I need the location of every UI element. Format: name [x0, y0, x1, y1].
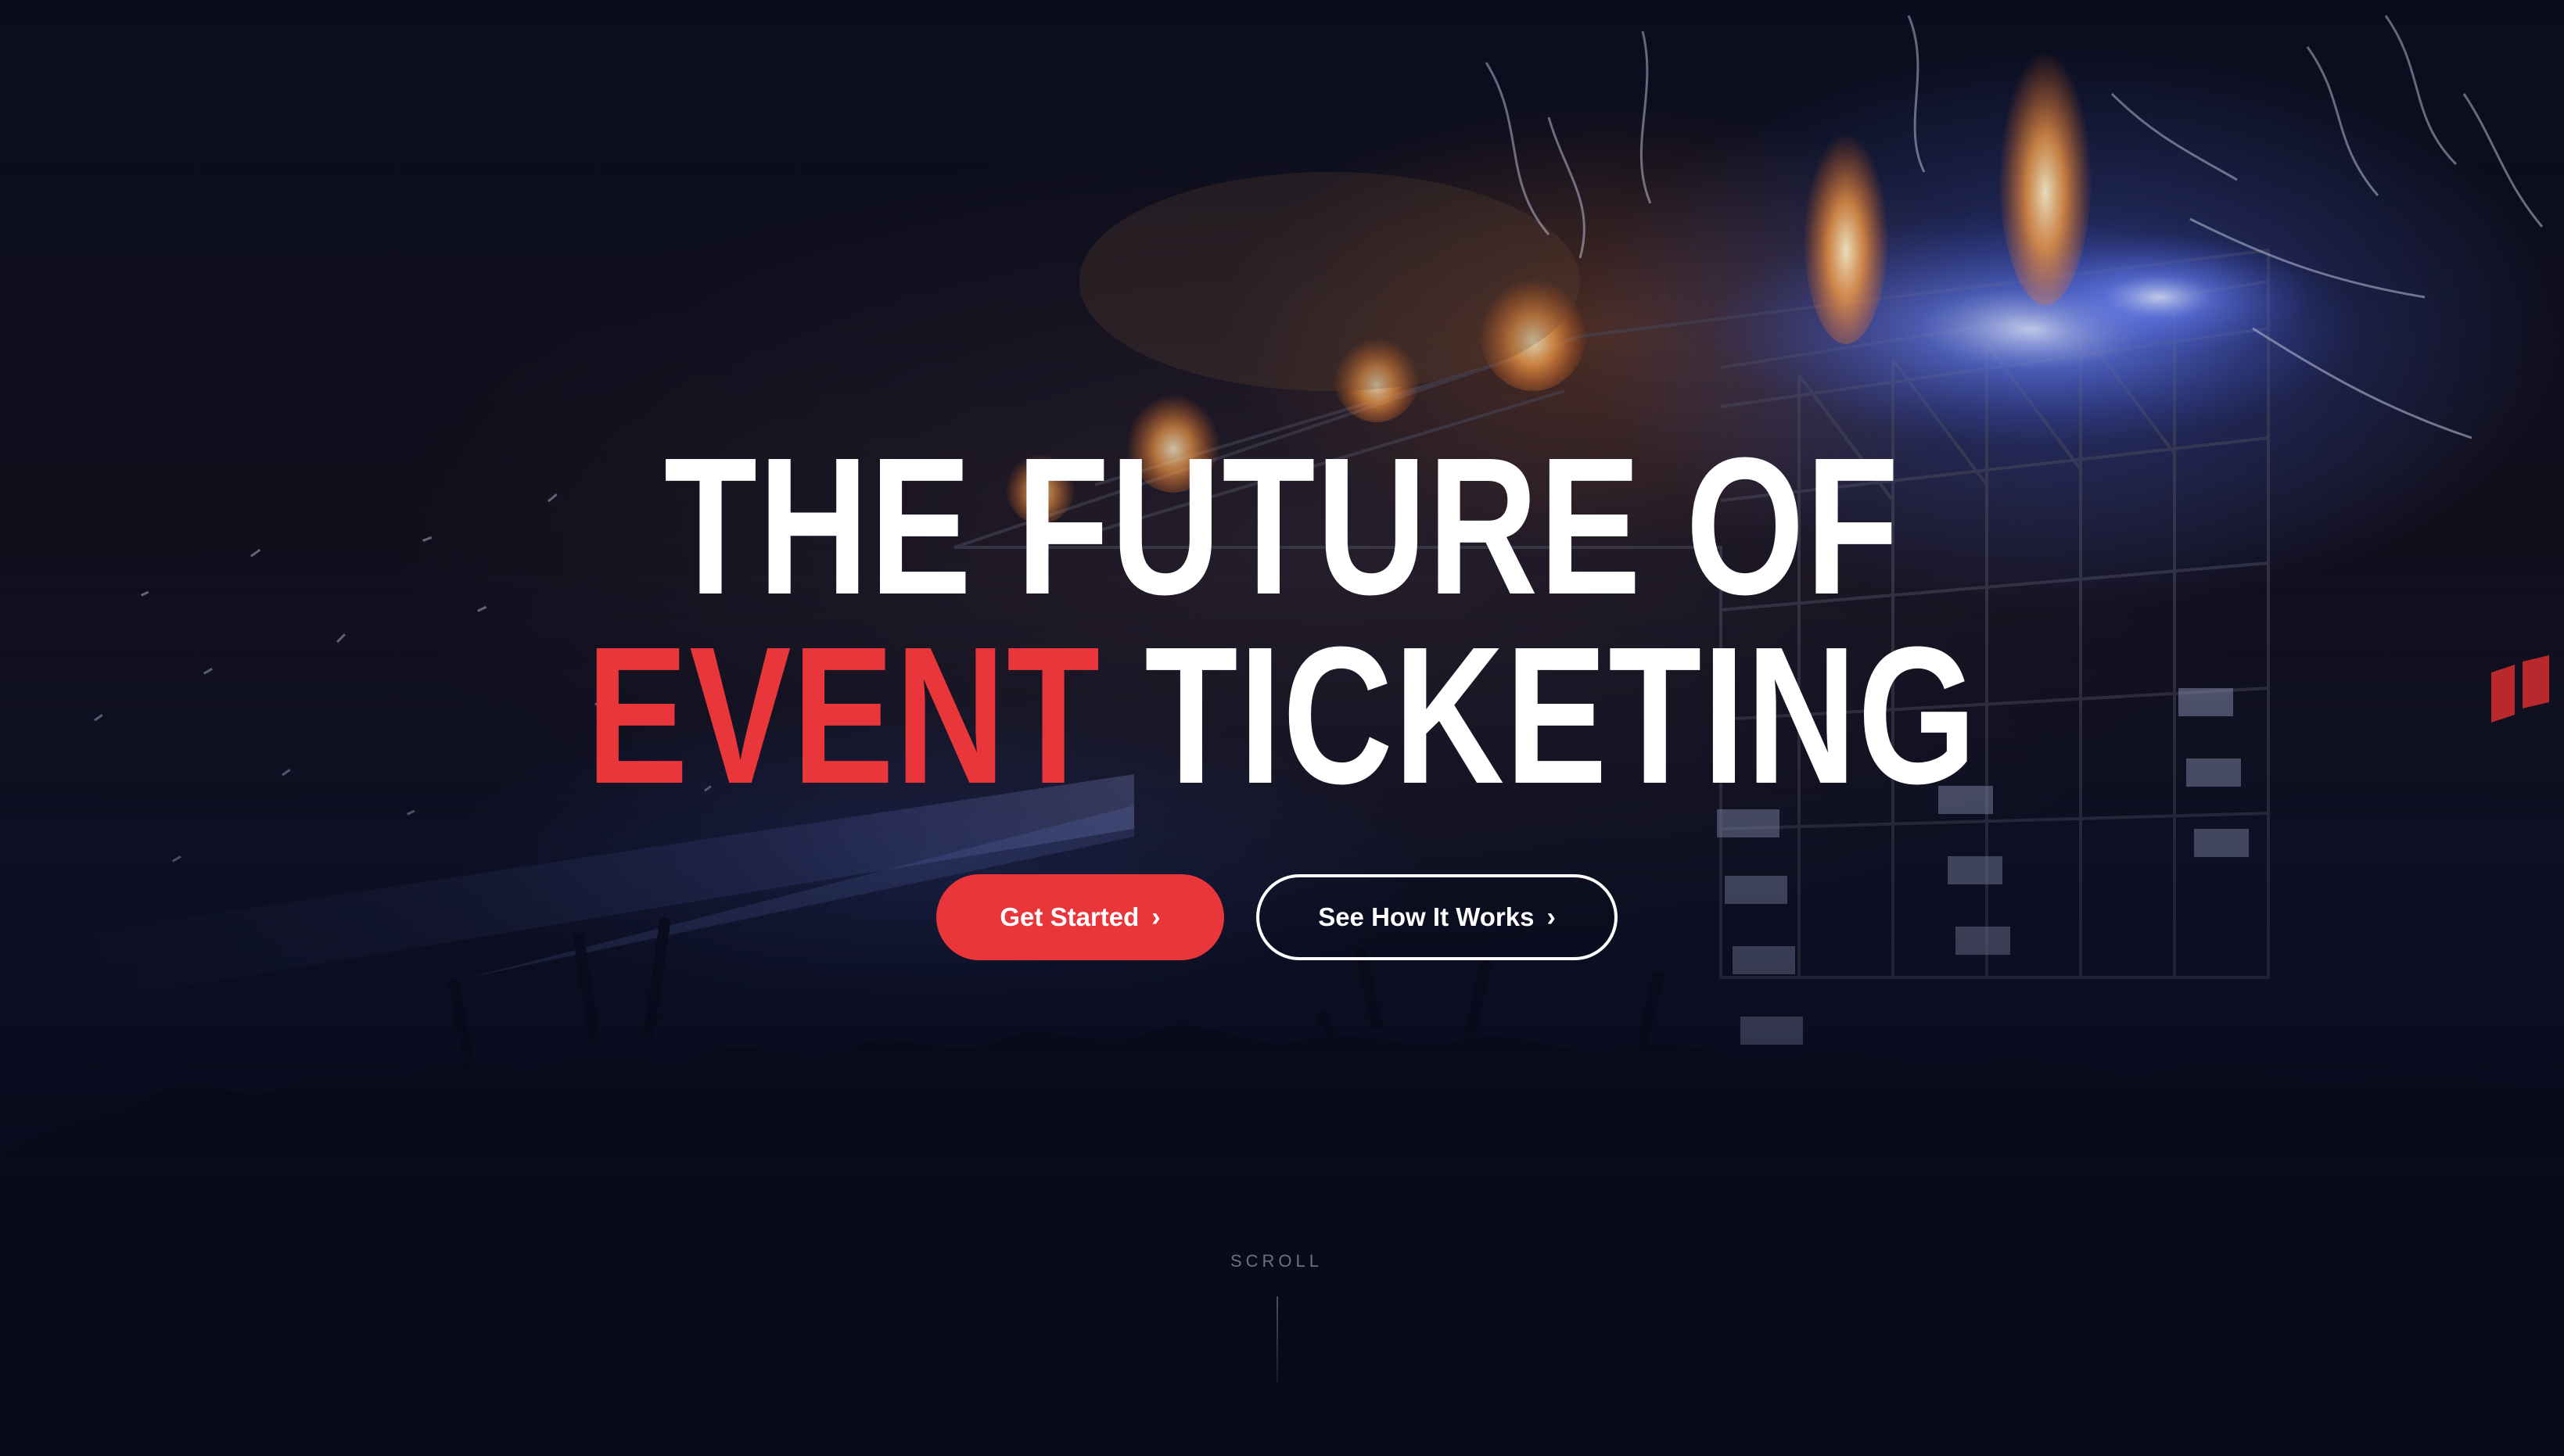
scroll-indicator-line	[1277, 1296, 1278, 1382]
chevron-right-icon: ›	[1151, 902, 1161, 932]
brand-mark-icon[interactable]	[2490, 655, 2552, 726]
headline-line-2-rest: TICKETING	[1101, 606, 1978, 824]
see-how-it-works-label: See How It Works	[1318, 902, 1535, 931]
chevron-right-icon: ›	[1546, 902, 1556, 932]
hero-section: THE FUTURE OF EVENT TICKETING Get Starte…	[0, 0, 2564, 1456]
scroll-indicator-label[interactable]: SCROLL	[1198, 1251, 1355, 1271]
get-started-label: Get Started	[1000, 902, 1140, 931]
see-how-it-works-button[interactable]: See How It Works ›	[1256, 874, 1618, 960]
headline-line-2: EVENT TICKETING	[282, 618, 2282, 813]
headline-line-1: THE FUTURE OF	[282, 429, 2282, 624]
headline-accent-word: EVENT	[586, 606, 1101, 824]
headline-line-1-text: THE FUTURE OF	[663, 417, 1901, 635]
get-started-button[interactable]: Get Started ›	[936, 874, 1224, 960]
